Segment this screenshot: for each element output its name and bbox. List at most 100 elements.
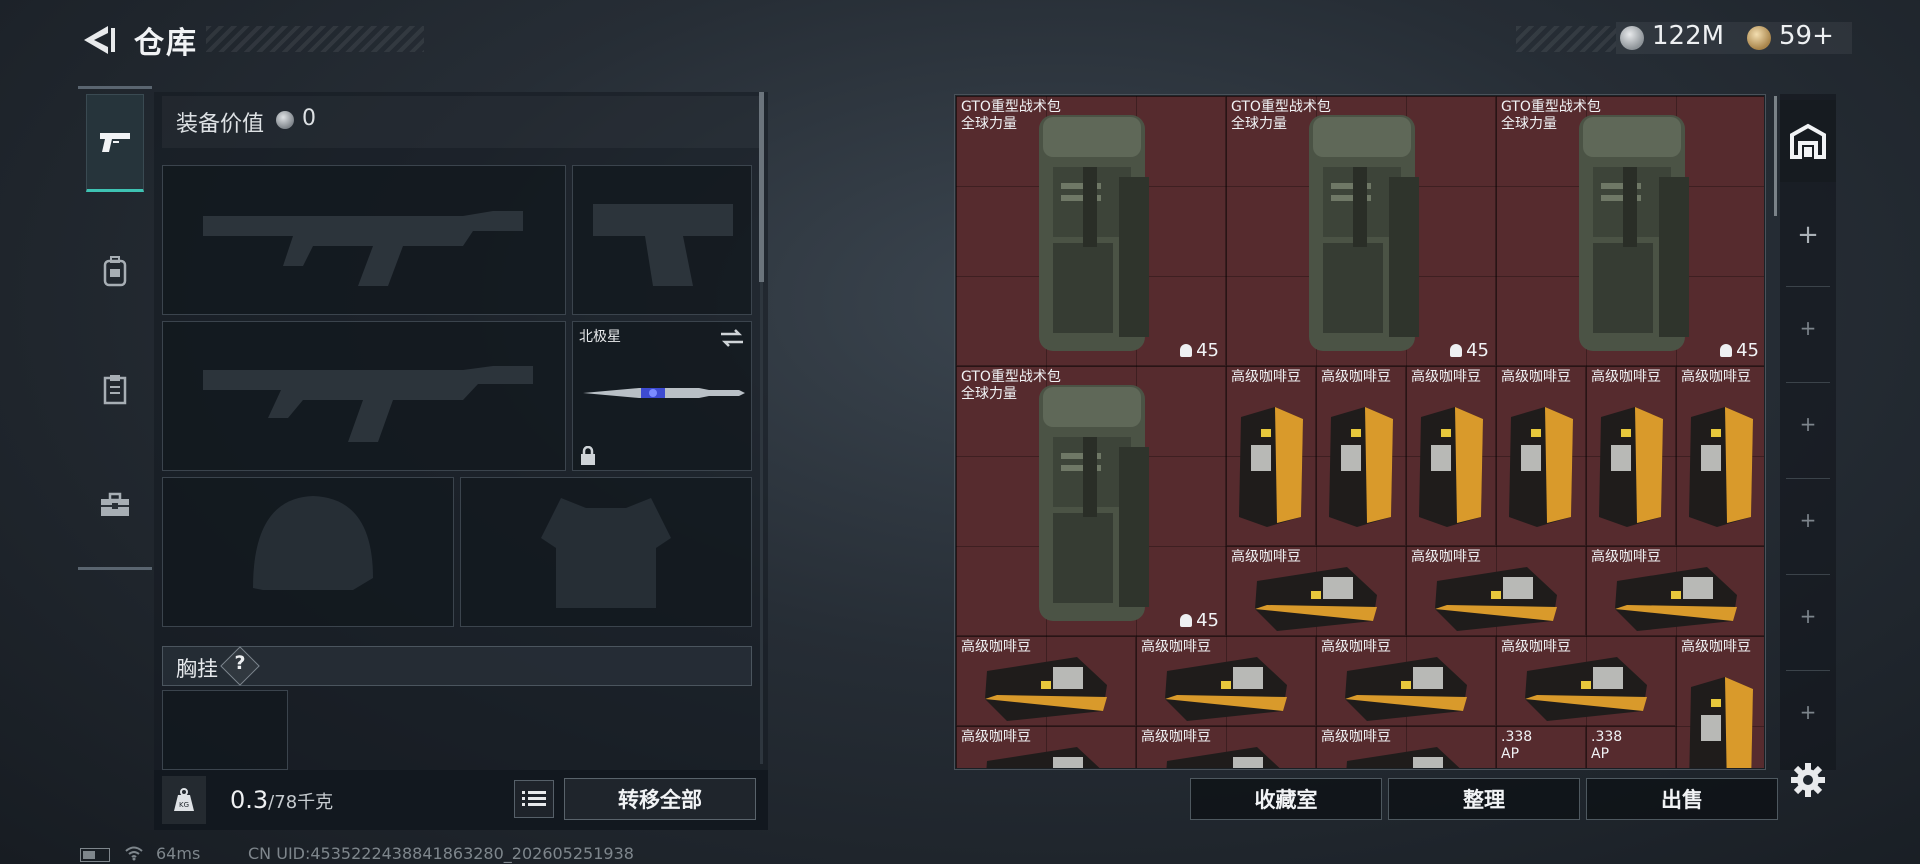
carry-weight-max: /78千克 <box>268 792 334 813</box>
page-title: 仓库 <box>134 26 198 61</box>
stash-item-name: 高级咖啡豆 <box>961 639 1031 655</box>
armor-silhouette-icon <box>541 498 671 608</box>
back-arrow-icon[interactable] <box>78 20 118 60</box>
settings-gear-icon[interactable] <box>1788 760 1828 800</box>
stash-item-name: GTO重型战术包 全球力量 <box>1501 99 1601 132</box>
sort-button[interactable]: 整理 <box>1388 778 1580 820</box>
stash-item-name: 高级咖啡豆 <box>1501 369 1571 385</box>
tab-case[interactable] <box>86 456 144 554</box>
capacity-icon <box>1720 344 1733 357</box>
title-decoration <box>206 26 424 52</box>
locked-stash-page-icon[interactable]: + <box>1780 604 1836 644</box>
pistol-silhouette-icon <box>593 204 733 286</box>
help-icon-glyph: ? <box>234 652 246 674</box>
carry-weight: 0.3/78千克 <box>230 786 333 814</box>
stash-item-name: GTO重型战术包 全球力量 <box>961 369 1061 402</box>
stash-item-coffee[interactable]: 高级咖啡豆 <box>1676 366 1764 546</box>
stash-item-backpack[interactable]: GTO重型战术包 全球力量 45 <box>1496 96 1764 366</box>
tab-weapons[interactable] <box>86 94 144 192</box>
pistol-slot[interactable] <box>572 165 752 315</box>
weight-icon: KG <box>162 776 206 824</box>
lock-icon <box>581 446 595 465</box>
secondary-weapon-slot[interactable] <box>162 321 566 471</box>
nav-separator <box>1786 478 1830 479</box>
armor-slot[interactable] <box>460 477 752 627</box>
stash-item-coffee[interactable]: 高级咖啡豆 <box>1496 636 1676 726</box>
carry-weight-current: 0.3 <box>230 786 269 814</box>
stash-page-main[interactable] <box>1780 100 1836 182</box>
stash-item-coffee[interactable]: 高级咖啡豆 <box>1496 366 1586 546</box>
nav-separator <box>1786 670 1830 671</box>
stash-item-name: 高级咖啡豆 <box>1231 369 1301 385</box>
stash-item-coffee[interactable]: 高级咖啡豆 <box>956 726 1136 768</box>
stash-item-name: .338 AP <box>1501 729 1533 762</box>
stash-item-name: GTO重型战术包 全球力量 <box>1231 99 1331 132</box>
stash-item-name: 高级咖啡豆 <box>1681 369 1751 385</box>
sell-button[interactable]: 出售 <box>1586 778 1778 820</box>
stash-item-name: 高级咖啡豆 <box>1681 639 1751 655</box>
swap-icon[interactable] <box>719 328 745 348</box>
tab-vest[interactable] <box>86 340 144 438</box>
stash-item-coffee[interactable]: 高级咖啡豆 <box>1226 366 1316 546</box>
melee-slot[interactable]: 北极星 <box>572 321 752 471</box>
locked-stash-page-icon[interactable]: + <box>1780 316 1836 356</box>
stash-item-ammo[interactable]: .338 AP <box>1496 726 1586 768</box>
transfer-all-button[interactable]: 转移全部 <box>564 778 756 820</box>
stash-item-coffee[interactable]: 高级咖啡豆 <box>1676 636 1764 768</box>
stash-item-name: 高级咖啡豆 <box>1501 639 1571 655</box>
stash-item-name: 高级咖啡豆 <box>1321 369 1391 385</box>
chest-rig-slot[interactable] <box>162 690 288 770</box>
stash-item-coffee[interactable]: 高级咖啡豆 <box>1406 366 1496 546</box>
locked-stash-page-icon[interactable]: + <box>1780 508 1836 548</box>
loadout-scrollbar-thumb[interactable] <box>759 92 764 282</box>
stash-item-backpack[interactable]: GTO重型战术包 全球力量 45 <box>1226 96 1496 366</box>
clipboard-icon <box>103 375 127 405</box>
knife-icon <box>583 388 745 398</box>
stash-scrollbar-thumb[interactable] <box>1774 96 1777 216</box>
primary-weapon-slot[interactable] <box>162 165 566 315</box>
list-icon <box>522 791 546 806</box>
stash-item-coffee[interactable]: 高级咖啡豆 <box>1316 636 1496 726</box>
stash-item-capacity: 45 <box>1450 340 1489 361</box>
locked-stash-page-icon[interactable]: + <box>1780 412 1836 452</box>
stash-grid[interactable]: GTO重型战术包 全球力量 45 GTO重型战术包 全球力量 45 GTO重型战术包 全球… <box>956 96 1764 768</box>
stash-item-name: 高级咖啡豆 <box>1141 639 1211 655</box>
stash-item-name: .338 AP <box>1591 729 1623 762</box>
stash-item-coffee[interactable]: 高级咖啡豆 <box>1136 636 1316 726</box>
gold-currency-amount[interactable]: 59+ <box>1779 21 1834 51</box>
stash-item-coffee[interactable]: 高级咖啡豆 <box>1406 546 1586 636</box>
tab-backpack[interactable] <box>86 222 144 320</box>
stash-item-name: 高级咖啡豆 <box>1321 639 1391 655</box>
helmet-slot[interactable] <box>162 477 454 627</box>
stash-item-name: 高级咖啡豆 <box>1411 369 1481 385</box>
stash-item-coffee[interactable]: 高级咖啡豆 <box>1316 726 1496 768</box>
stash-item-coffee[interactable]: 高级咖啡豆 <box>1226 546 1406 636</box>
stash-item-capacity: 45 <box>1720 340 1759 361</box>
rifle-silhouette-icon <box>203 366 533 442</box>
add-stash-page-icon[interactable]: + <box>1780 220 1836 260</box>
side-nav-top-border <box>78 86 152 89</box>
stash-item-coffee[interactable]: 高级咖啡豆 <box>1586 366 1676 546</box>
stash-item-coffee[interactable]: 高级咖啡豆 <box>956 636 1136 726</box>
stash-item-name: 高级咖啡豆 <box>1141 729 1211 745</box>
ping-text: 64ms <box>156 844 201 863</box>
stash-item-backpack[interactable]: GTO重型战术包 全球力量 45 <box>956 96 1226 366</box>
locked-stash-page-icon[interactable]: + <box>1780 700 1836 740</box>
stash-item-name: 高级咖啡豆 <box>1411 549 1481 565</box>
stash-item-name: 高级咖啡豆 <box>1591 549 1661 565</box>
silver-currency-amount[interactable]: 122M <box>1652 21 1724 51</box>
nav-separator <box>1786 286 1830 287</box>
stash-item-coffee[interactable]: 高级咖啡豆 <box>1136 726 1316 768</box>
stash-item-coffee[interactable]: 高级咖啡豆 <box>1586 546 1764 636</box>
helmet-silhouette-icon <box>253 496 373 590</box>
stash-item-coffee[interactable]: 高级咖啡豆 <box>1316 366 1406 546</box>
stash-item-backpack[interactable]: GTO重型战术包 全球力量 45 <box>956 366 1226 636</box>
silver-coin-icon <box>276 111 294 129</box>
stash-item-ammo[interactable]: .338 AP <box>1586 726 1676 768</box>
equipment-value: 0 <box>302 106 316 131</box>
collection-room-button[interactable]: 收藏室 <box>1190 778 1382 820</box>
stash-item-name: 高级咖啡豆 <box>961 729 1031 745</box>
capacity-icon <box>1450 344 1463 357</box>
list-view-button[interactable] <box>514 780 554 818</box>
side-nav-bottom-border <box>78 567 152 570</box>
